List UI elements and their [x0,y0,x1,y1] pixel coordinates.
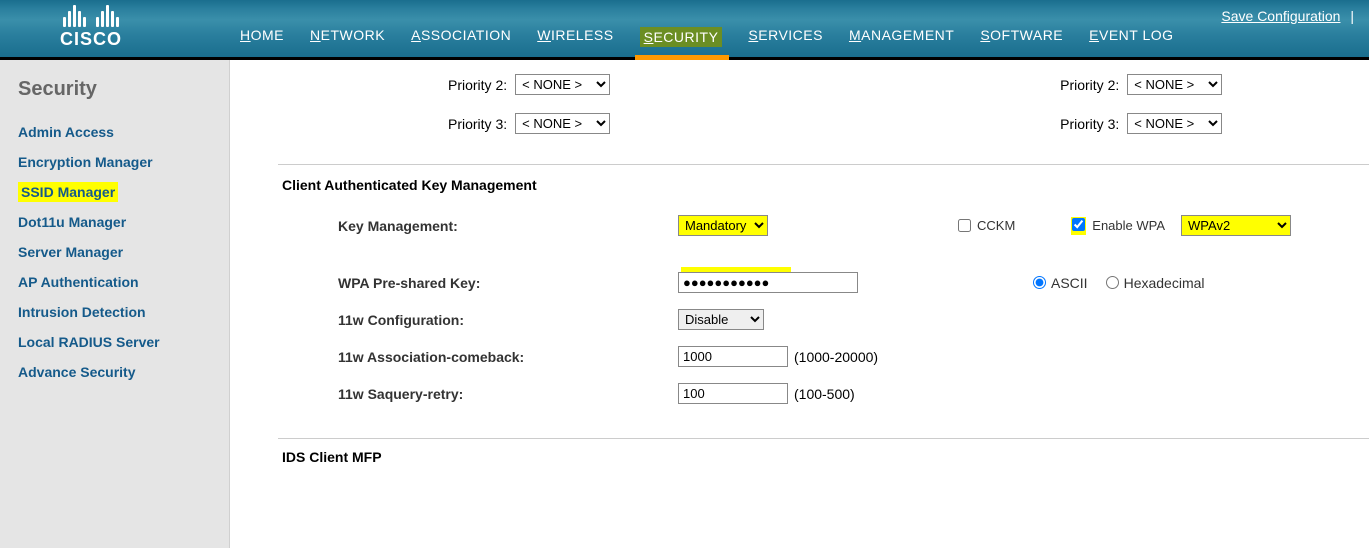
cisco-icon [60,5,122,27]
save-configuration-link[interactable]: Save Configuration | [1221,8,1354,24]
11w-assoc-label: 11w Association-comeback: [338,349,678,365]
priority3-left-select[interactable]: < NONE > [515,113,610,134]
sidebar: Security Admin Access Encryption Manager… [0,60,230,548]
priority3-left-label: Priority 3: [448,116,507,132]
sidebar-server-manager[interactable]: Server Manager [18,237,229,267]
ids-client-mfp-title: IDS Client MFP [278,439,1369,465]
11w-config-label: 11w Configuration: [338,312,678,328]
nav-home[interactable]: HOME [240,27,284,47]
sidebar-local-radius-server[interactable]: Local RADIUS Server [18,327,229,357]
cckm-checkbox[interactable] [958,219,971,232]
11w-config-select[interactable]: Disable [678,309,764,330]
nav-network[interactable]: NETWORK [310,27,385,47]
cckm-label: CCKM [977,218,1015,233]
11w-assoc-hint: (1000-20000) [794,349,878,365]
priority2-left-select[interactable]: < NONE > [515,74,610,95]
top-header: CISCO Save Configuration | HOME NETWORK … [0,0,1369,60]
top-nav: HOME NETWORK ASSOCIATION WIRELESS SECURI… [240,27,1174,47]
nav-software[interactable]: SOFTWARE [980,27,1063,47]
nav-wireless[interactable]: WIRELESS [537,27,613,47]
main-panel: Priority 2: < NONE > Priority 3: < NONE … [278,60,1369,548]
enable-wpa-label: Enable WPA [1092,218,1165,233]
separator: | [1350,8,1354,24]
sidebar-admin-access[interactable]: Admin Access [18,117,229,147]
cisco-brand-text: CISCO [60,29,122,50]
11w-saquery-hint: (100-500) [794,386,855,402]
11w-saquery-label: 11w Saquery-retry: [338,386,678,402]
cakm-title: Client Authenticated Key Management [278,165,1369,205]
nav-security[interactable]: SECURITY [640,27,723,47]
wpa-version-select[interactable]: WPAv2 [1181,215,1291,236]
wpa-psk-input[interactable] [678,272,858,293]
psk-hex-option[interactable]: Hexadecimal [1106,275,1205,291]
cakm-section: Key Management: Mandatory CCKM Enable WP… [278,205,1369,412]
nav-event-log[interactable]: EVENT LOG [1089,27,1173,47]
wpa-psk-label: WPA Pre-shared Key: [338,275,678,291]
priority3-right-label: Priority 3: [1060,116,1119,132]
sidebar-ap-authentication[interactable]: AP Authentication [18,267,229,297]
11w-saquery-input[interactable] [678,383,788,404]
sidebar-title: Security [18,78,229,101]
sidebar-encryption-manager[interactable]: Encryption Manager [18,147,229,177]
priority2-right-select[interactable]: < NONE > [1127,74,1222,95]
sidebar-intrusion-detection[interactable]: Intrusion Detection [18,297,229,327]
11w-assoc-input[interactable] [678,346,788,367]
priority-block: Priority 2: < NONE > Priority 3: < NONE … [278,60,1369,164]
priority2-right-label: Priority 2: [1060,77,1119,93]
psk-ascii-label: ASCII [1051,275,1088,291]
psk-hex-label: Hexadecimal [1124,275,1205,291]
sidebar-advance-security[interactable]: Advance Security [18,357,229,387]
psk-ascii-radio[interactable] [1033,276,1046,289]
key-management-select[interactable]: Mandatory [678,215,768,236]
active-tab-underline [635,55,729,60]
gutter [230,60,278,548]
cisco-logo: CISCO [60,5,122,50]
key-management-label: Key Management: [338,218,678,234]
psk-ascii-option[interactable]: ASCII [1033,275,1088,291]
sidebar-ssid-manager[interactable]: SSID Manager [18,182,118,202]
save-configuration-label: Save Configuration [1221,8,1340,24]
nav-management[interactable]: MANAGEMENT [849,27,954,47]
priority3-right-select[interactable]: < NONE > [1127,113,1222,134]
sidebar-dot11u-manager[interactable]: Dot11u Manager [18,207,229,237]
nav-services[interactable]: SERVICES [748,27,823,47]
enable-wpa-checkbox[interactable] [1072,218,1085,231]
nav-association[interactable]: ASSOCIATION [411,27,511,47]
psk-hex-radio[interactable] [1106,276,1119,289]
priority2-left-label: Priority 2: [448,77,507,93]
